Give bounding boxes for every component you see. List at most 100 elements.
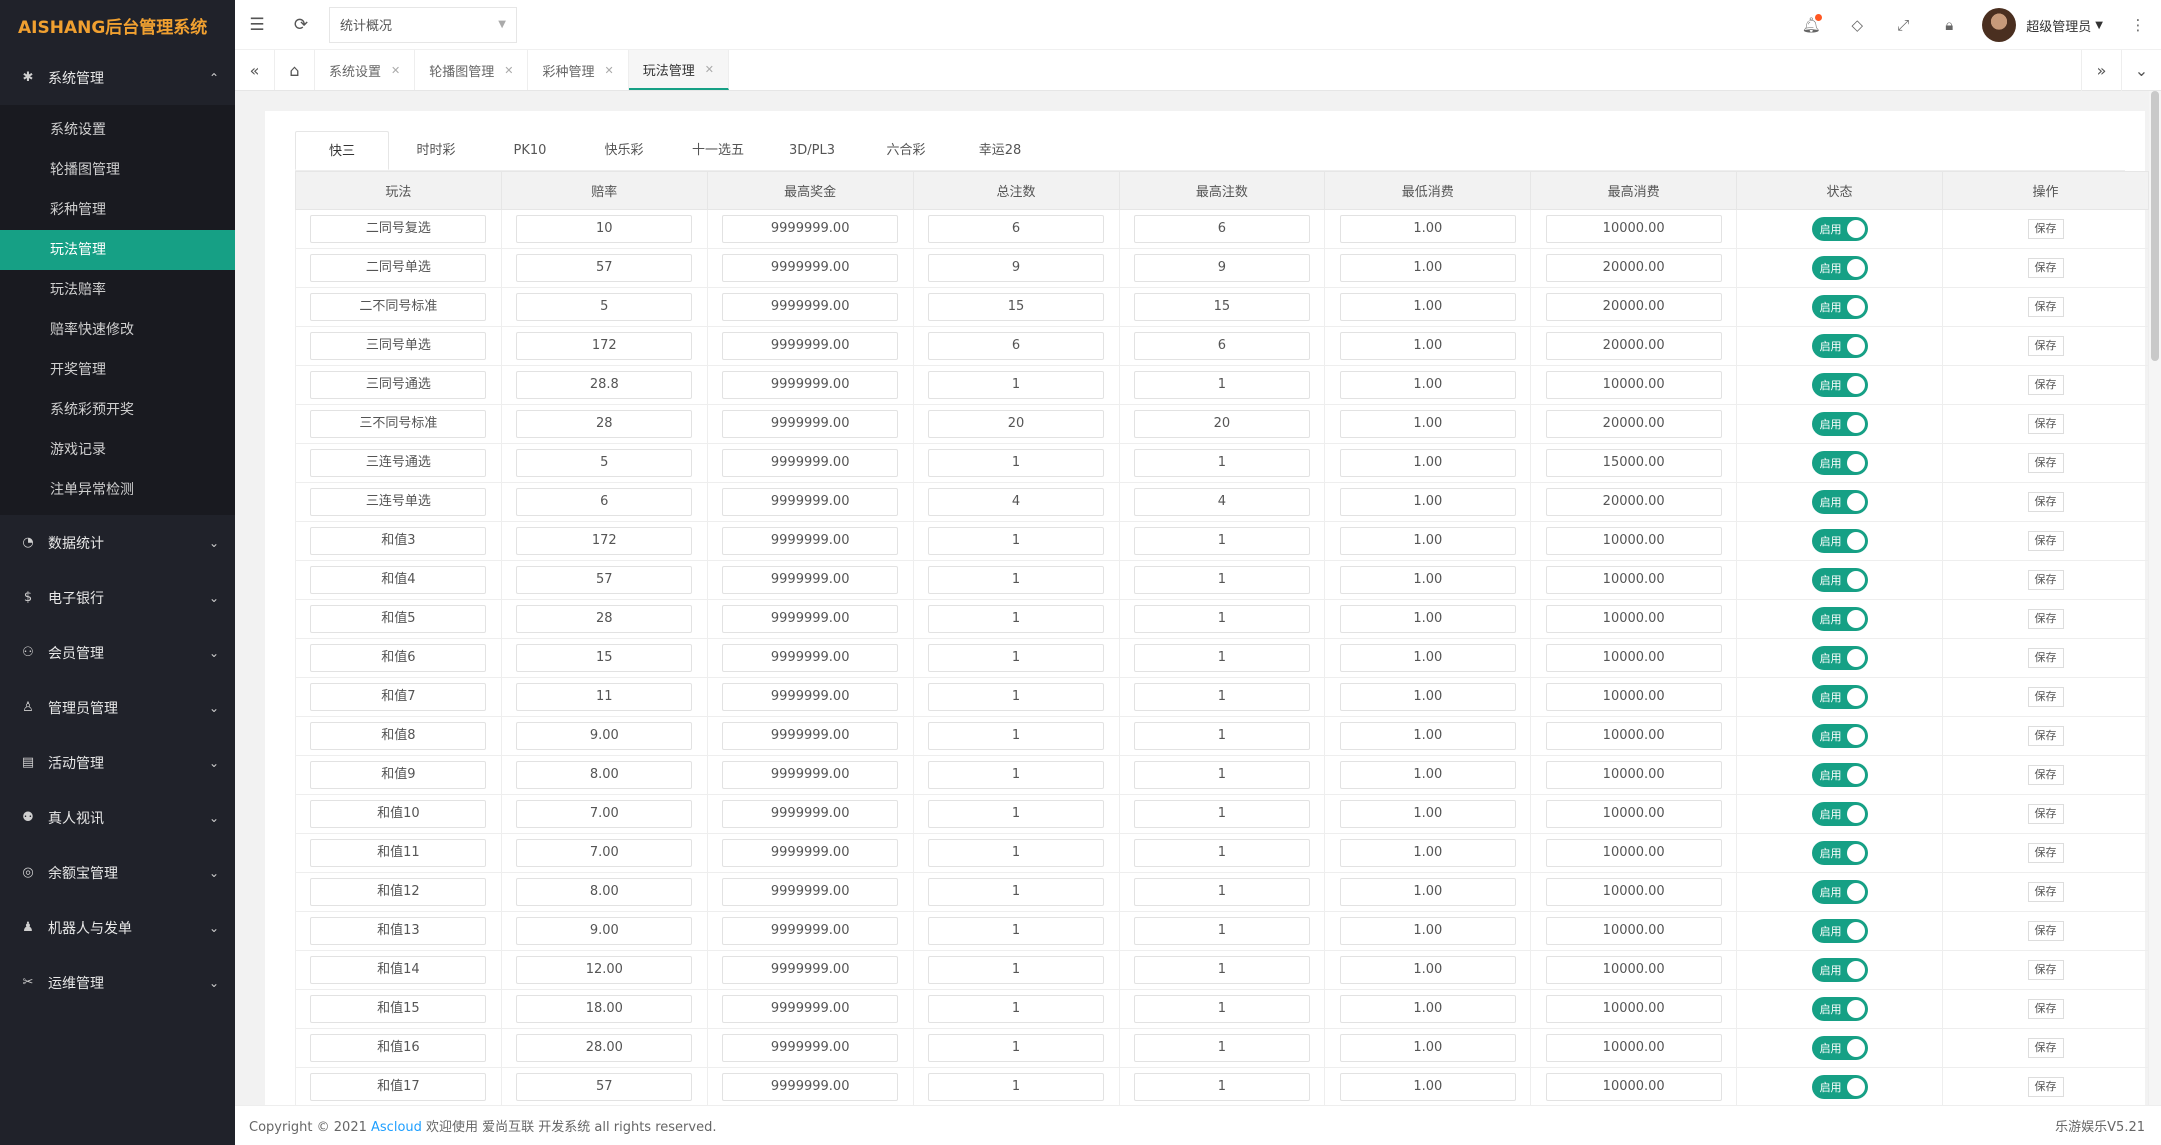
save-button[interactable]: 保存 xyxy=(2027,999,2064,1019)
status-toggle[interactable]: 启用 xyxy=(1811,1036,1868,1060)
cell-input[interactable]: 1.00 xyxy=(1339,449,1516,477)
cell-input[interactable]: 1 xyxy=(928,839,1105,867)
cell-input[interactable]: 1.00 xyxy=(1339,644,1516,672)
cell-input[interactable]: 9999999.00 xyxy=(722,1073,899,1101)
cell-input[interactable]: 1 xyxy=(928,566,1105,594)
status-toggle[interactable]: 启用 xyxy=(1811,490,1868,514)
cell-input[interactable]: 9999999.00 xyxy=(722,449,899,477)
save-button[interactable]: 保存 xyxy=(2027,219,2064,239)
cell-input[interactable]: 57 xyxy=(516,1073,693,1101)
cell-input[interactable]: 1 xyxy=(1133,722,1310,750)
cell-input[interactable]: 1.00 xyxy=(1339,488,1516,516)
cell-input[interactable]: 和值10 xyxy=(310,800,487,828)
lock-icon[interactable]: 🔒︎ xyxy=(1926,0,1972,50)
status-toggle[interactable]: 启用 xyxy=(1811,451,1868,475)
cell-input[interactable]: 10000.00 xyxy=(1545,215,1722,243)
cell-input[interactable]: 5 xyxy=(516,293,693,321)
page-scrollbar[interactable] xyxy=(2149,91,2161,1105)
cell-input[interactable]: 10000.00 xyxy=(1545,761,1722,789)
save-button[interactable]: 保存 xyxy=(2027,258,2064,278)
cell-input[interactable]: 和值5 xyxy=(310,605,487,633)
cell-input[interactable]: 10000.00 xyxy=(1545,995,1722,1023)
cell-input[interactable]: 20 xyxy=(1133,410,1310,438)
cell-input[interactable]: 11 xyxy=(516,683,693,711)
cell-input[interactable]: 15 xyxy=(1133,293,1310,321)
status-toggle[interactable]: 启用 xyxy=(1811,334,1868,358)
cell-input[interactable]: 18.00 xyxy=(516,995,693,1023)
save-button[interactable]: 保存 xyxy=(2027,570,2064,590)
status-toggle[interactable]: 启用 xyxy=(1811,256,1868,280)
refresh-icon[interactable]: ⟳ xyxy=(279,0,323,50)
status-toggle[interactable]: 启用 xyxy=(1811,958,1868,982)
menu-toggle-icon[interactable]: ☰ xyxy=(235,0,279,50)
lottery-tab[interactable]: PK10 xyxy=(483,131,577,170)
cell-input[interactable]: 二同号单选 xyxy=(310,254,487,282)
save-button[interactable]: 保存 xyxy=(2027,726,2064,746)
cell-input[interactable]: 1 xyxy=(928,995,1105,1023)
cell-input[interactable]: 10000.00 xyxy=(1545,839,1722,867)
page-tab[interactable]: 系统设置 ✕ xyxy=(315,50,416,90)
lottery-tab[interactable]: 六合彩 xyxy=(859,131,953,170)
lottery-tab[interactable]: 3D/PL3 xyxy=(765,131,859,170)
cell-input[interactable]: 和值16 xyxy=(310,1034,487,1062)
cell-input[interactable]: 和值17 xyxy=(310,1073,487,1101)
cell-input[interactable]: 4 xyxy=(928,488,1105,516)
status-toggle[interactable]: 启用 xyxy=(1811,646,1868,670)
status-toggle[interactable]: 启用 xyxy=(1811,802,1868,826)
cell-input[interactable]: 1.00 xyxy=(1339,1034,1516,1062)
cell-input[interactable]: 9999999.00 xyxy=(722,839,899,867)
sidebar-group-header[interactable]: ♟ 机器人与发单 ⌄ xyxy=(0,900,235,955)
cell-input[interactable]: 1 xyxy=(1133,956,1310,984)
sidebar-group-header[interactable]: ◎ 余额宝管理 ⌄ xyxy=(0,845,235,900)
tabs-scroll-right-icon[interactable]: » xyxy=(2081,50,2121,91)
cell-input[interactable]: 和值7 xyxy=(310,683,487,711)
cell-input[interactable]: 10000.00 xyxy=(1545,1073,1722,1101)
cell-input[interactable]: 1 xyxy=(928,605,1105,633)
cell-input[interactable]: 二同号复选 xyxy=(310,215,487,243)
cell-input[interactable]: 1.00 xyxy=(1339,566,1516,594)
save-button[interactable]: 保存 xyxy=(2027,765,2064,785)
user-menu[interactable]: 超级管理员 ▼ xyxy=(1972,0,2115,50)
cell-input[interactable]: 10000.00 xyxy=(1545,917,1722,945)
cell-input[interactable]: 7.00 xyxy=(516,839,693,867)
cell-input[interactable]: 三连号单选 xyxy=(310,488,487,516)
cell-input[interactable]: 20000.00 xyxy=(1545,293,1722,321)
save-button[interactable]: 保存 xyxy=(2027,297,2064,317)
lottery-tab[interactable]: 快三 xyxy=(295,131,389,170)
cell-input[interactable]: 1.00 xyxy=(1339,995,1516,1023)
sidebar-sub-item[interactable]: 系统彩预开奖 xyxy=(0,390,235,430)
cell-input[interactable]: 10000.00 xyxy=(1545,566,1722,594)
sidebar-sub-item[interactable]: 玩法管理 xyxy=(0,230,235,270)
cell-input[interactable]: 1 xyxy=(1133,683,1310,711)
cell-input[interactable]: 9999999.00 xyxy=(722,800,899,828)
cell-input[interactable]: 1 xyxy=(1133,449,1310,477)
cell-input[interactable]: 20000.00 xyxy=(1545,410,1722,438)
cell-input[interactable]: 8.00 xyxy=(516,761,693,789)
cell-input[interactable]: 9999999.00 xyxy=(722,254,899,282)
save-button[interactable]: 保存 xyxy=(2027,960,2064,980)
save-button[interactable]: 保存 xyxy=(2027,414,2064,434)
cell-input[interactable]: 9999999.00 xyxy=(722,293,899,321)
save-button[interactable]: 保存 xyxy=(2027,375,2064,395)
lottery-tab[interactable]: 时时彩 xyxy=(389,131,483,170)
status-toggle[interactable]: 启用 xyxy=(1811,529,1868,553)
close-icon[interactable]: ✕ xyxy=(705,63,714,76)
cell-input[interactable]: 10000.00 xyxy=(1545,722,1722,750)
lottery-tab[interactable]: 幸运28 xyxy=(953,131,1047,170)
status-toggle[interactable]: 启用 xyxy=(1811,997,1868,1021)
tabs-scroll-left-icon[interactable]: « xyxy=(235,50,275,90)
cell-input[interactable]: 9999999.00 xyxy=(722,878,899,906)
cell-input[interactable]: 172 xyxy=(516,527,693,555)
cell-input[interactable]: 6 xyxy=(928,332,1105,360)
more-vertical-icon[interactable]: ⋮ xyxy=(2115,0,2161,50)
status-toggle[interactable]: 启用 xyxy=(1811,880,1868,904)
status-toggle[interactable]: 启用 xyxy=(1811,412,1868,436)
cell-input[interactable]: 8.00 xyxy=(516,878,693,906)
cell-input[interactable]: 28.00 xyxy=(516,1034,693,1062)
cell-input[interactable]: 10000.00 xyxy=(1545,371,1722,399)
cell-input[interactable]: 1.00 xyxy=(1339,683,1516,711)
cell-input[interactable]: 1.00 xyxy=(1339,722,1516,750)
cell-input[interactable]: 10000.00 xyxy=(1545,644,1722,672)
cell-input[interactable]: 1.00 xyxy=(1339,293,1516,321)
cell-input[interactable]: 9999999.00 xyxy=(722,956,899,984)
